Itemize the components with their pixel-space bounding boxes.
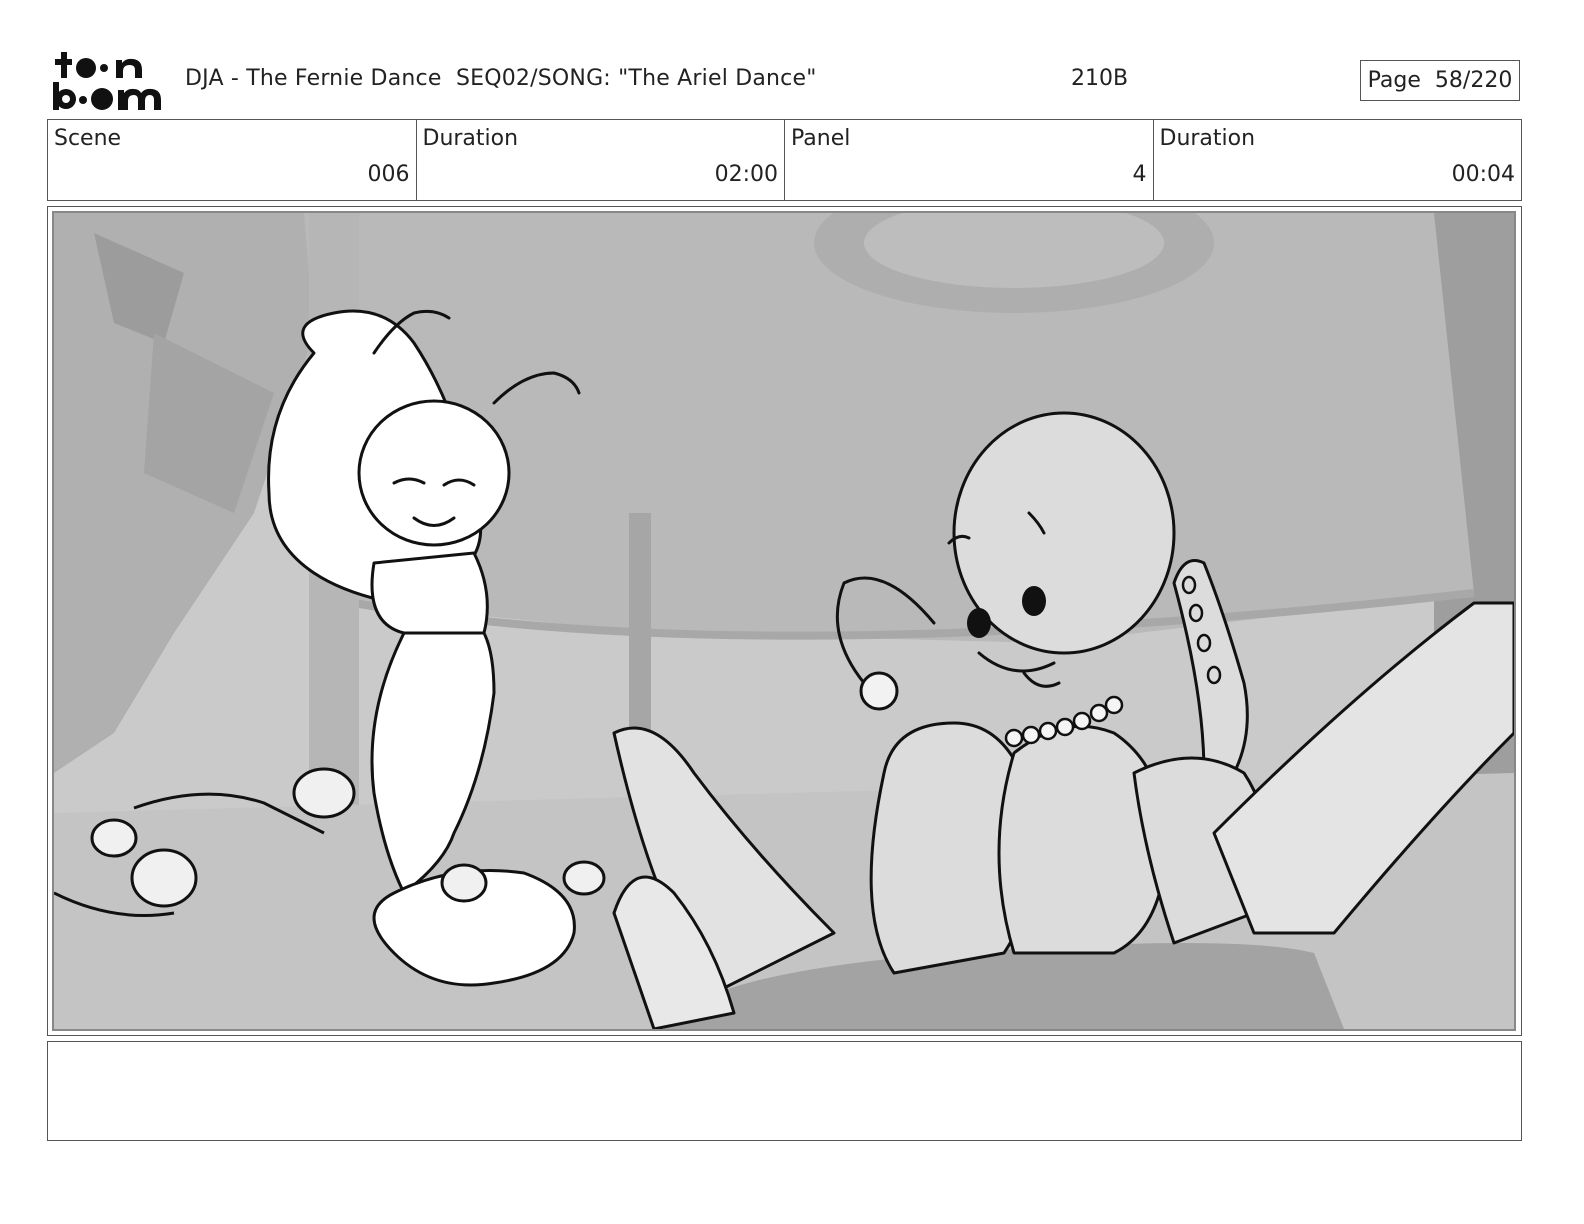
storyboard-panel-frame	[47, 206, 1522, 1036]
info-value: 006	[367, 162, 410, 187]
page-label: Page	[1367, 68, 1421, 93]
info-value: 00:04	[1451, 162, 1515, 187]
info-cell-panel: Panel 4	[785, 120, 1154, 200]
info-cell-scene: Scene 006	[48, 120, 417, 200]
info-label: Panel	[791, 126, 851, 151]
page-value: 58/220	[1434, 68, 1513, 93]
info-label: Duration	[422, 126, 519, 151]
info-cell-scene-duration: Duration 02:00	[417, 120, 785, 200]
info-value: 02:00	[714, 162, 778, 187]
storyboard-drawing	[52, 211, 1516, 1031]
scene-code: 210B	[1071, 66, 1129, 91]
info-label: Duration	[1159, 126, 1256, 151]
toon-boom-logo-icon	[53, 52, 161, 110]
panel-info-table: Scene 006 Duration 02:00 Panel 4 Duratio…	[47, 119, 1522, 201]
toon-boom-logo	[50, 50, 165, 112]
panel-notes-box	[47, 1041, 1522, 1141]
project-title: DJA - The Fernie Dance SEQ02/SONG: "The …	[185, 66, 817, 91]
page-indicator: Page 58/220	[1360, 60, 1520, 101]
info-value: 4	[1132, 162, 1147, 187]
info-cell-panel-duration: Duration 00:04	[1154, 120, 1522, 200]
info-label: Scene	[54, 126, 122, 151]
storyboard-sketch-illustration	[54, 213, 1514, 1029]
